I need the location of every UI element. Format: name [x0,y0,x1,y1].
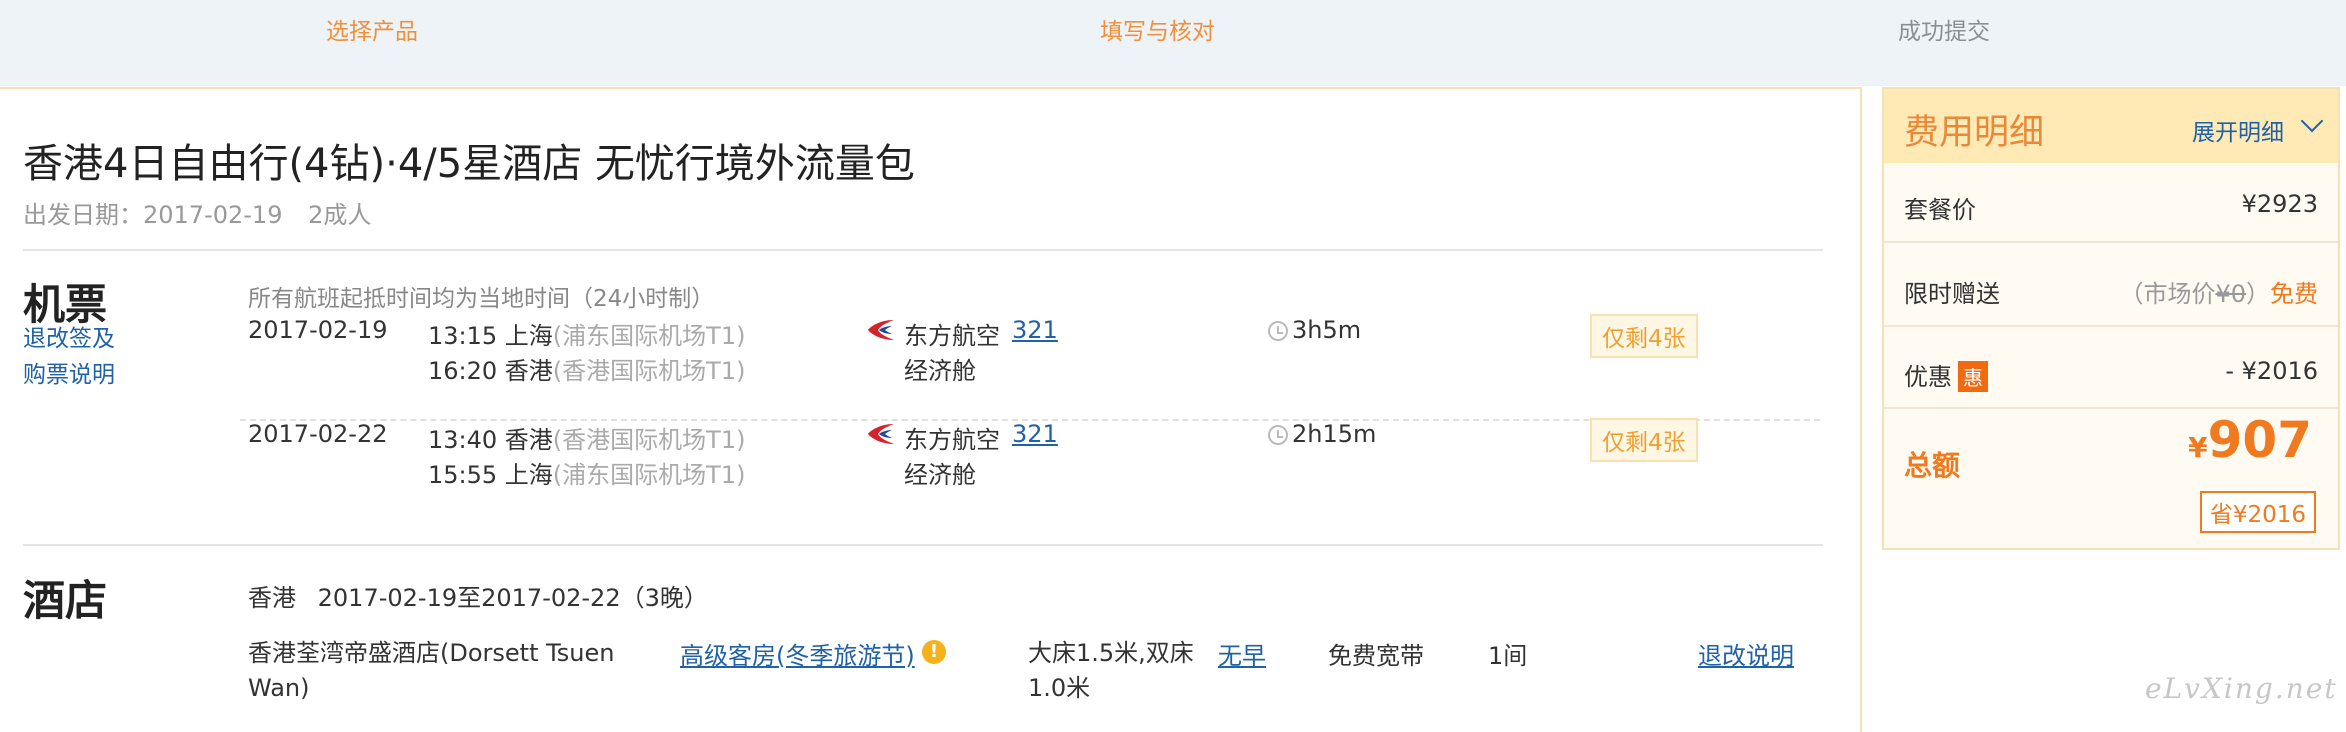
divider [1884,407,2338,409]
progress-steps: 选择产品 填写与核对 成功提交 [0,0,2346,86]
dep-airport: (浦东国际机场T1) [552,322,746,350]
aircraft-type-link[interactable]: 321 [1012,420,1058,448]
flight-duration: 2h15m [1292,420,1377,448]
bed-type: 大床1.5米,双床 1.0米 [1028,636,1194,706]
info-warning-icon[interactable]: ! [922,640,946,664]
divider [1884,241,2338,243]
total-amount: ¥907 [2188,411,2312,469]
hotel-city: 香港 [248,584,296,612]
divider [1884,325,2338,327]
room-type-link[interactable]: 高级客房(冬季旅游节) [680,636,915,671]
china-eastern-logo-icon [868,424,894,444]
package-price-value: ¥2923 [2241,190,2318,218]
clock-icon [1268,425,1288,445]
flight-refund-policy-link[interactable]: 退改签及 购票说明 [23,321,115,393]
fee-details-header: 费用明细 展开明细 [1884,89,2338,163]
step-fill-verify: 填写与核对 [1100,19,1215,45]
seats-remaining-badge: 仅剩4张 [1590,314,1698,358]
discount-amount: - ¥2016 [2225,357,2318,385]
refund-link-line2: 购票说明 [23,362,115,388]
package-price-row: 套餐价 ¥2923 [1904,190,2318,225]
fee-details-panel: 费用明细 展开明细 套餐价 ¥2923 限时赠送 （市场价¥0）免费 优惠惠 -… [1882,87,2340,550]
gift-label: 限时赠送 [1904,280,2000,308]
hotel-dates: 2017-02-19至2017-02-22（3晚） [317,584,708,612]
departure-info: 出发日期：2017-02-19 2成人 [23,195,371,230]
breakfast-link[interactable]: 无早 [1218,636,1266,671]
flight-date: 2017-02-19 [248,316,388,344]
divider [23,249,1823,251]
free-label: 免费 [2270,280,2318,308]
seats-remaining-badge: 仅剩4张 [1590,418,1698,462]
expand-details-link[interactable]: 展开明细 [2192,113,2284,147]
market-price-prefix: （市场价 [2119,280,2216,308]
arr-time-city: 15:55 上海 [428,461,553,489]
hotel-refund-policy-link[interactable]: 退改说明 [1698,636,1794,671]
step-submit-success: 成功提交 [1898,19,1990,45]
hotel-name-line1: 香港荃湾帝盛酒店(Dorsett Tsuen [248,639,615,667]
chevron-down-icon[interactable] [2300,109,2324,133]
bed-type-line2: 1.0米 [1028,674,1091,702]
hotel-stay-info: 香港 2017-02-19至2017-02-22（3晚） [248,578,708,613]
total-amount-value: 907 [2207,411,2312,469]
departure-date: 出发日期：2017-02-19 [23,201,283,229]
china-eastern-logo-icon [868,320,894,340]
total-label: 总额 [1904,449,1961,482]
market-price-suffix: ） [2246,280,2270,308]
flight-date: 2017-02-22 [248,420,388,448]
gift-row: 限时赠送 （市场价¥0）免费 [1904,274,2318,309]
bed-type-line1: 大床1.5米,双床 [1028,639,1194,667]
refund-link-line1: 退改签及 [23,326,115,352]
divider [23,544,1823,546]
hotel-section-title: 酒店 [23,576,108,625]
discount-row: 优惠惠 - ¥2016 [1904,357,2318,392]
cabin-class: 经济舱 [904,461,976,489]
aircraft-type-link[interactable]: 321 [1012,316,1058,344]
clock-icon [1268,321,1288,341]
cabin-class: 经济舱 [904,357,976,385]
flight-arrival: 15:55 上海(浦东国际机场T1) [428,455,745,490]
product-title: 香港4日自由行(4钻)·4/5星酒店 无忧行境外流量包 [23,141,915,187]
arr-airport: (浦东国际机场T1) [552,461,746,489]
savings-badge: 省¥2016 [2199,491,2316,533]
arr-time-city: 16:20 香港 [428,357,553,385]
discount-label: 优惠 [1904,363,1952,391]
discount-badge: 惠 [1958,361,1988,392]
dep-time-city: 13:15 上海 [428,322,553,350]
airline-name: 东方航空 [904,426,1000,454]
flight-departure: 13:15 上海(浦东国际机场T1) [428,316,745,351]
market-price: ¥0 [2215,280,2246,308]
flight-duration: 3h5m [1292,316,1362,344]
fee-details-title: 费用明细 [1904,113,2045,153]
broadband-info: 免费宽带 [1328,642,1424,670]
flight-time-note: 所有航班起抵时间均为当地时间（24小时制） [248,286,715,312]
watermark: eLvXing.net [2145,672,2338,705]
dep-time-city: 13:40 香港 [428,426,553,454]
package-price-label: 套餐价 [1904,196,1976,224]
order-main-panel: 香港4日自由行(4钻)·4/5星酒店 无忧行境外流量包 出发日期：2017-02… [0,87,1862,732]
traveler-count: 2成人 [308,201,372,229]
dep-airport: (香港国际机场T1) [552,426,746,454]
airline-name: 东方航空 [904,322,1000,350]
arr-airport: (香港国际机场T1) [552,357,746,385]
flight-departure: 13:40 香港(香港国际机场T1) [428,420,745,455]
hotel-name-line2: Wan) [248,674,310,702]
total-currency: ¥ [2188,431,2208,464]
room-count: 1间 [1488,642,1528,670]
hotel-name: 香港荃湾帝盛酒店(Dorsett Tsuen Wan) [248,636,615,706]
step-select-product: 选择产品 [326,19,418,45]
flight-arrival: 16:20 香港(香港国际机场T1) [428,351,745,386]
gift-value: （市场价¥0）免费 [2119,274,2318,309]
